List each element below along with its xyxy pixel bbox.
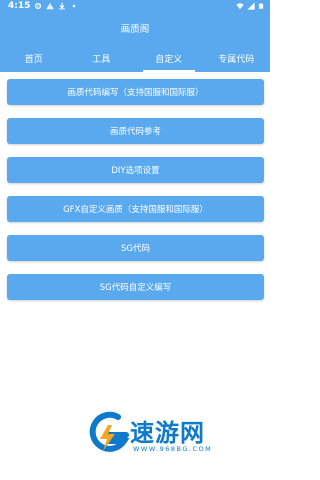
settings-icon (35, 2, 42, 10)
tab-bar: 首页 工具 自定义 专属代码 (0, 45, 270, 72)
button-label: SG代码 (121, 244, 150, 254)
dot-icon (73, 4, 76, 8)
button-label: 画质代码编写（支持国服和国际服） (67, 88, 204, 98)
battery-icon (258, 3, 264, 9)
tab-home[interactable]: 首页 (0, 45, 68, 72)
diy-options-button[interactable]: DIY选项设置 (7, 157, 264, 183)
tab-label: 自定义 (155, 55, 183, 65)
sg-code-button[interactable]: SG代码 (7, 235, 264, 261)
tab-label: 专属代码 (218, 55, 255, 65)
button-label: 画质代码参考 (109, 127, 161, 137)
status-bar: 4:15 (0, 0, 270, 12)
sg-code-custom-editor-button[interactable]: SG代码自定义编写 (7, 274, 264, 300)
download-icon (59, 2, 66, 10)
wifi-icon (236, 3, 244, 10)
quality-code-editor-button[interactable]: 画质代码编写（支持国服和国际服） (7, 79, 264, 105)
app-title: 画质阁 (120, 24, 150, 35)
app-bar: 画质阁 (0, 12, 270, 45)
button-label: GFX自定义画质（支持国服和国际服） (63, 205, 208, 215)
tab-custom[interactable]: 自定义 (135, 45, 203, 72)
button-label: SG代码自定义编写 (99, 283, 172, 293)
warning-icon (46, 2, 54, 10)
watermark-url: WWW.968BG.COM (133, 445, 213, 453)
button-label: DIY选项设置 (111, 166, 160, 176)
tab-label: 工具 (92, 55, 111, 65)
tab-indicator (143, 70, 195, 72)
watermark-text: 速游网 (130, 419, 205, 447)
tab-label: 首页 (24, 55, 43, 65)
watermark-logo-icon (89, 411, 130, 452)
quality-code-reference-button[interactable]: 画质代码参考 (7, 118, 264, 144)
watermark: 速游网 WWW.968BG.COM (88, 409, 258, 463)
status-time: 4:15 (8, 1, 31, 11)
tab-exclusive-code[interactable]: 专属代码 (203, 45, 271, 72)
tab-tools[interactable]: 工具 (68, 45, 136, 72)
signal-icon (247, 2, 255, 10)
gfx-custom-quality-button[interactable]: GFX自定义画质（支持国服和国际服） (7, 196, 264, 222)
